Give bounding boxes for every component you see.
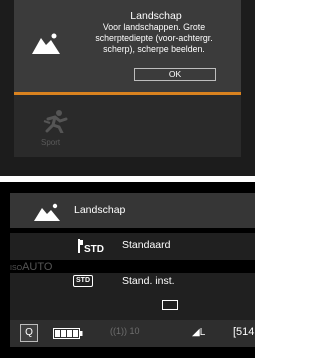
scene-mode-title: Landschap (74, 204, 126, 216)
picture-style-icon: STD (78, 239, 104, 255)
quick-control-screen: Landschap STD Standaard ISOAUTO STD Stan… (0, 182, 255, 358)
landscape-icon (32, 33, 60, 54)
iso-value: AUTO (22, 261, 53, 273)
empty-option-box (162, 300, 178, 310)
image-quality-label: ◢L (192, 327, 206, 338)
mode-label: Sport (41, 138, 61, 147)
scene-mode-info-screen: Landschap Voor landschappen. Grote scher… (0, 0, 255, 176)
iso-prefix: ISO (10, 265, 23, 272)
picture-style-code: STD (84, 244, 104, 255)
scene-description: Voor landschappen. Grote scherptediepte … (74, 22, 234, 55)
picture-style-setting[interactable]: STD Standaard (10, 233, 255, 260)
quick-control-button[interactable]: Q (20, 324, 38, 342)
landscape-icon (34, 203, 60, 221)
scene-description-line: scherptediepte (voor-achtergr. (95, 33, 213, 43)
status-bar: Q ((1)) 10 ◢L [514 (10, 320, 255, 347)
battery-icon (53, 328, 83, 339)
scene-description-line: scherp), scherpe beelden. (103, 44, 205, 54)
wifi-icon: ((1)) 10 (110, 326, 140, 336)
std-badge: STD (73, 275, 93, 287)
iso-auto-label: ISOAUTO (10, 261, 52, 273)
mode-option-sport[interactable]: Sport (14, 95, 241, 157)
scene-title: Landschap (130, 10, 182, 22)
white-balance-value: Stand. inst. (122, 275, 175, 287)
sport-runner-icon (43, 110, 68, 133)
scene-info-panel: Landschap Voor landschappen. Grote scher… (14, 0, 241, 92)
quick-control-label: Q (25, 327, 33, 338)
scene-description-line: Voor landschappen. Grote (102, 22, 206, 32)
picture-style-value: Standaard (122, 239, 171, 251)
shots-remaining: [514 (233, 326, 255, 338)
ok-button[interactable]: OK (134, 68, 216, 81)
scene-mode-header[interactable]: Landschap (10, 193, 255, 228)
empty-setting-row[interactable] (10, 295, 255, 322)
